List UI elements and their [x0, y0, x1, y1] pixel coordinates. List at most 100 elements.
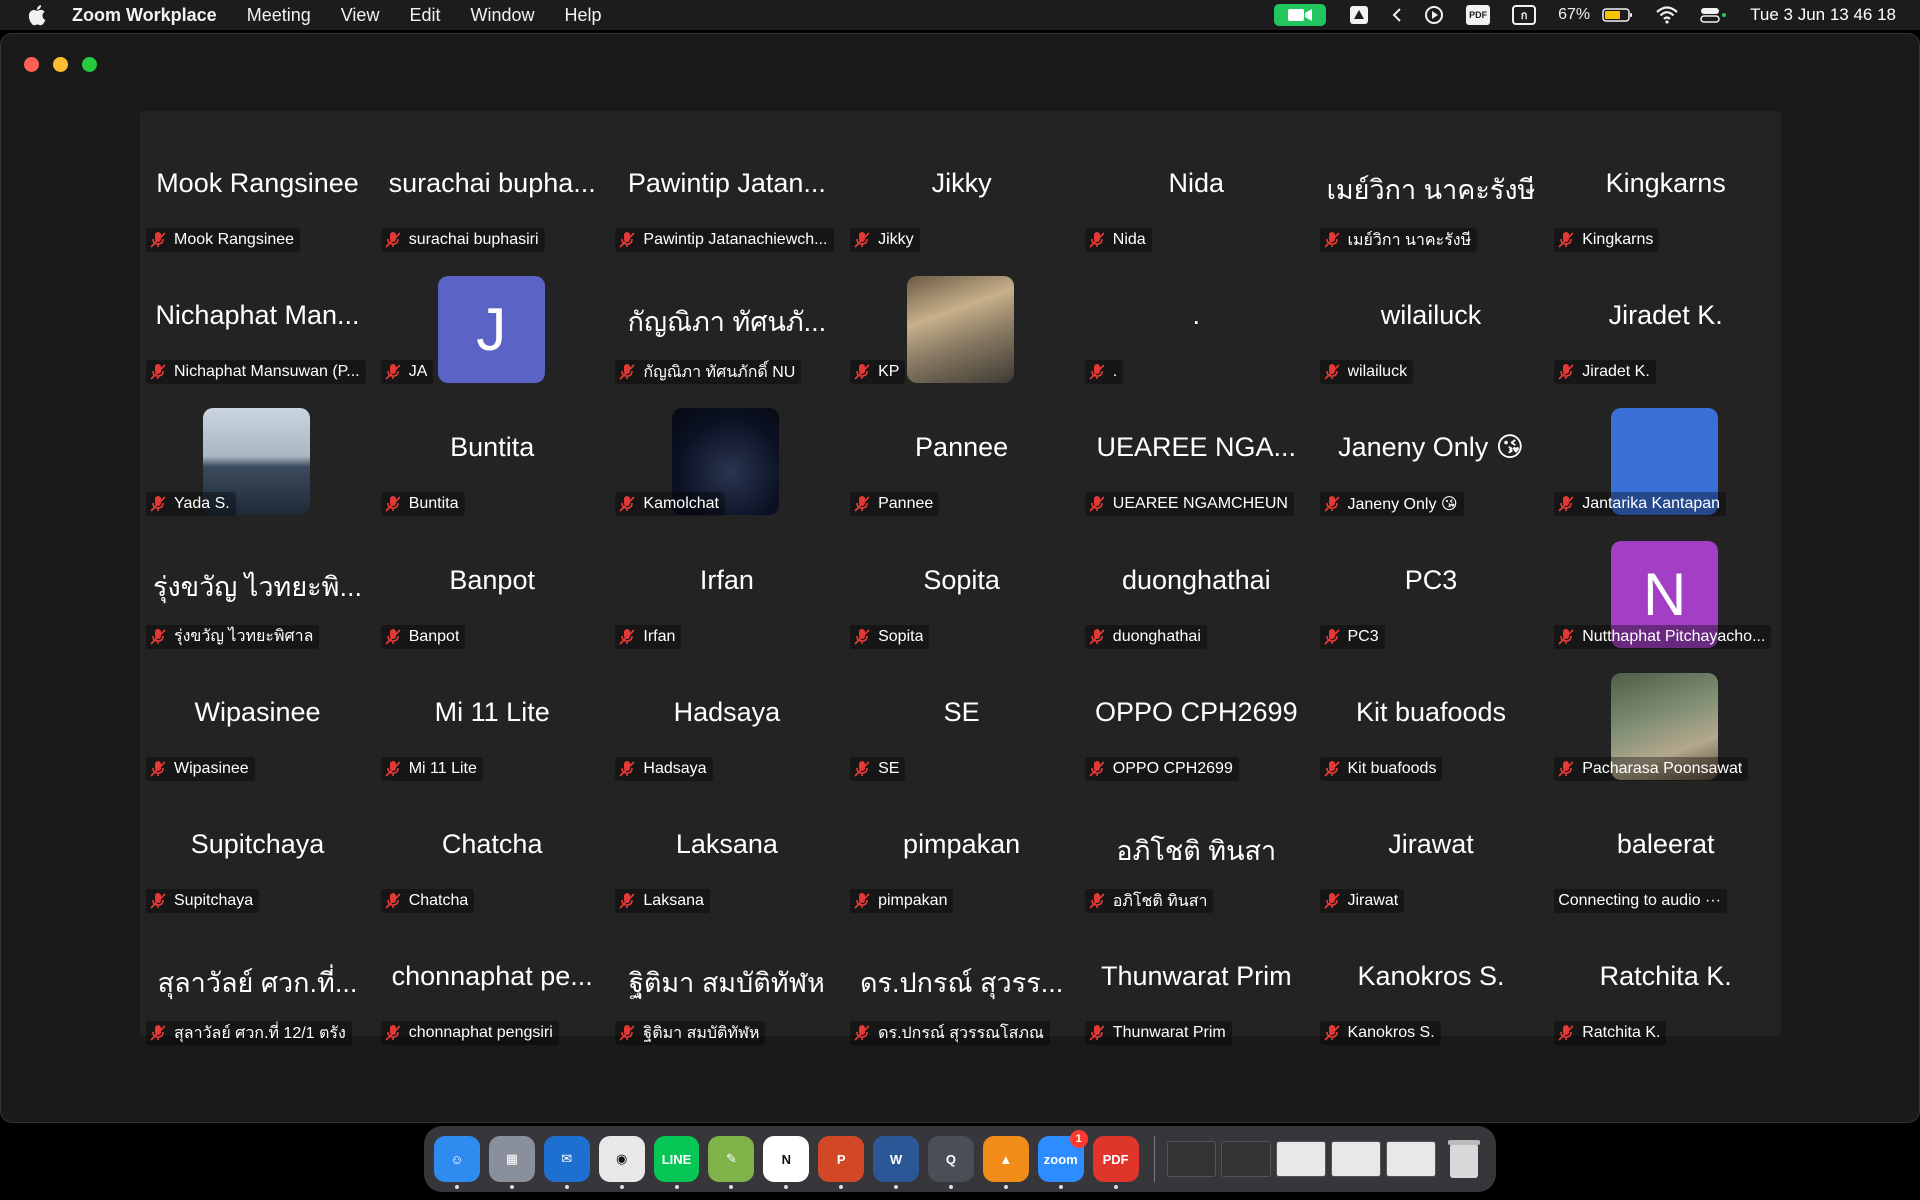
drive-icon[interactable] — [1348, 4, 1370, 26]
participant-tile[interactable]: Banpot Banpot — [375, 527, 610, 659]
participant-tile[interactable]: Yada S. — [140, 394, 375, 526]
menu-help[interactable]: Help — [565, 5, 602, 26]
participant-tile[interactable]: Ratchita K. Ratchita K. — [1548, 923, 1783, 1055]
running-indicator — [729, 1185, 734, 1189]
participant-tile[interactable]: Mi 11 Lite Mi 11 Lite — [375, 659, 610, 791]
participant-name-label: Pawintip Jatanachiewch... — [615, 228, 834, 252]
participant-display-name: Nichaphat Man... — [155, 300, 360, 331]
participant-tile[interactable]: เมย์วิกา นาคะรังษี เมย์วิกา นาคะรังษี — [1314, 130, 1549, 262]
participant-tile[interactable]: PC3 PC3 — [1314, 527, 1549, 659]
participant-tile[interactable]: สุลาวัลย์ ศวก.ที่... สุลาวัลย์ ศวก.ที่ 12… — [140, 923, 375, 1055]
chrome-icon[interactable]: ◉ — [598, 1136, 645, 1189]
window-close-button[interactable] — [24, 57, 39, 72]
participant-tile[interactable]: surachai bupha... surachai buphasiri — [375, 130, 610, 262]
participant-tile[interactable]: Sopita Sopita — [844, 527, 1079, 659]
minimized-window-thumbnail[interactable] — [1386, 1141, 1437, 1177]
participant-tile[interactable]: Kamolchat — [609, 394, 844, 526]
notes-icon[interactable]: ✎ — [708, 1136, 755, 1189]
participant-tile[interactable]: Nida Nida — [1079, 130, 1314, 262]
participant-tile[interactable]: OPPO CPH2699 OPPO CPH2699 — [1079, 659, 1314, 791]
participant-tile[interactable]: Chatcha Chatcha — [375, 791, 610, 923]
quicktime-icon[interactable]: Q — [928, 1136, 974, 1189]
participant-tile[interactable]: UEAREE NGA... UEAREE NGAMCHEUN — [1079, 394, 1314, 526]
participant-tile[interactable]: Jantarika Kantapan — [1548, 394, 1783, 526]
participant-tile[interactable]: .. — [1079, 262, 1314, 394]
minimized-window-thumbnail[interactable] — [1221, 1141, 1272, 1177]
participant-tile[interactable]: Supitchaya Supitchaya — [140, 791, 375, 923]
participant-tile[interactable]: Wipasinee Wipasinee — [140, 659, 375, 791]
minimized-window-thumbnail[interactable] — [1276, 1141, 1327, 1177]
minimized-window-thumbnail[interactable] — [1166, 1141, 1217, 1177]
participant-tile[interactable]: Janeny Only 😘 Janeny Only 😘 — [1314, 394, 1549, 526]
participant-label-text: Pannee — [878, 495, 934, 513]
launchpad-icon[interactable]: ▦ — [488, 1136, 535, 1189]
menu-view[interactable]: View — [341, 5, 380, 26]
participant-name-label: Jantarika Kantapan — [1554, 492, 1727, 517]
participant-tile[interactable]: pimpakan pimpakan — [844, 791, 1079, 923]
participant-tile[interactable]: Laksana Laksana — [609, 791, 844, 923]
participant-tile[interactable]: กัญณิภา ทัศนภั... กัญณิภา ทัศนภักดิ์ NU — [609, 262, 844, 394]
participant-tile[interactable]: baleerat Connecting to audio ··· — [1548, 791, 1783, 923]
zoom-icon[interactable]: zoom 1 — [1037, 1130, 1088, 1189]
pdf-reader-icon[interactable]: PDF — [1092, 1136, 1139, 1189]
participant-tile[interactable]: Pawintip Jatan... Pawintip Jatanachiewch.… — [609, 130, 844, 262]
participant-tile[interactable]: Hadsaya Hadsaya — [609, 659, 844, 791]
participant-label-text: Yada S. — [174, 495, 230, 513]
participant-tile[interactable]: Pannee Pannee — [844, 394, 1079, 526]
participant-name-label: Kamolchat — [615, 492, 725, 517]
menu-app-name[interactable]: Zoom Workplace — [72, 5, 217, 26]
participant-tile[interactable]: อภิโชติ ทินสา อภิโชติ ทินสา — [1079, 791, 1314, 923]
participant-tile[interactable]: Nichaphat Man... Nichaphat Mansuwan (P... — [140, 262, 375, 394]
chevron-left-icon[interactable] — [1392, 4, 1402, 26]
participant-name-label: Connecting to audio ··· — [1554, 889, 1727, 913]
trash-icon[interactable] — [1441, 1136, 1487, 1182]
wifi-icon[interactable] — [1656, 4, 1678, 26]
participant-label-text: Irfan — [643, 627, 676, 645]
finder-icon[interactable]: ☺ — [434, 1136, 480, 1189]
pdf-status-icon[interactable]: PDF — [1466, 4, 1491, 26]
participant-tile[interactable]: Mook Rangsinee Mook Rangsinee — [140, 130, 375, 262]
participant-tile[interactable]: wilailuck wilailuck — [1314, 262, 1549, 394]
window-fullscreen-button[interactable] — [82, 57, 97, 72]
participant-tile[interactable]: Buntita Buntita — [375, 394, 610, 526]
notion-icon[interactable]: N — [763, 1136, 810, 1189]
participant-tile[interactable]: KP — [844, 262, 1079, 394]
vlc-icon[interactable]: ▲ — [982, 1136, 1029, 1189]
participant-tile[interactable]: duonghathai duonghathai — [1079, 527, 1314, 659]
participant-tile[interactable]: Pacharasa Poonsawat — [1548, 659, 1783, 791]
menu-meeting[interactable]: Meeting — [247, 5, 311, 26]
apple-icon[interactable] — [26, 3, 50, 27]
participant-tile[interactable]: Jiradet K. Jiradet K. — [1548, 262, 1783, 394]
participant-tile[interactable]: Jirawat Jirawat — [1314, 791, 1549, 923]
participant-tile[interactable]: Jikky Jikky — [844, 130, 1079, 262]
video-camera-icon[interactable] — [1274, 4, 1327, 26]
control-center-icon[interactable] — [1700, 4, 1728, 26]
participant-tile[interactable]: SE SE — [844, 659, 1079, 791]
powerpoint-icon[interactable]: P — [818, 1136, 865, 1189]
participant-tile[interactable]: Kingkarns Kingkarns — [1548, 130, 1783, 262]
participant-tile[interactable]: N Nutthaphat Pitchayacho... — [1548, 527, 1783, 659]
menu-edit[interactable]: Edit — [409, 5, 440, 26]
participant-tile[interactable]: รุ่งขวัญ ไวทยะพิ... รุ่งขวัญ ไวทยะพิศาล — [140, 527, 375, 659]
window-minimize-button[interactable] — [53, 57, 68, 72]
line-icon[interactable]: LINE — [653, 1136, 700, 1189]
play-circle-icon[interactable] — [1424, 4, 1444, 26]
input-source-icon[interactable]: ก — [1512, 4, 1537, 26]
menu-window[interactable]: Window — [470, 5, 534, 26]
participant-tile[interactable]: chonnaphat pe... chonnaphat pengsiri — [375, 923, 610, 1055]
muted-microphone-icon — [150, 363, 174, 381]
participant-tile[interactable]: Kit buafoods Kit buafoods — [1314, 659, 1549, 791]
word-icon[interactable]: W — [873, 1136, 920, 1189]
participant-tile[interactable]: Kanokros S. Kanokros S. — [1314, 923, 1549, 1055]
participant-tile[interactable]: ดร.ปกรณ์ สุวรร... ดร.ปกรณ์ สุวรรณโสภณ — [844, 923, 1079, 1055]
thunderbird-icon[interactable]: ✉ — [543, 1136, 590, 1189]
participant-tile[interactable]: Irfan Irfan — [609, 527, 844, 659]
participant-tile[interactable]: ฐิติมา สมบัติทัฬห ฐิติมา สมบัติทัฬห — [609, 923, 844, 1055]
battery-icon[interactable] — [1602, 4, 1634, 26]
menu-clock[interactable]: Tue 3 Jun 13 46 18 — [1750, 5, 1896, 25]
minimized-window-thumbnail[interactable] — [1331, 1141, 1382, 1177]
participant-name-label: สุลาวัลย์ ศวก.ที่ 12/1 ตรัง — [146, 1021, 352, 1046]
participant-tile[interactable]: J JA — [375, 262, 610, 394]
participant-tile[interactable]: Thunwarat Prim Thunwarat Prim — [1079, 923, 1314, 1055]
participant-display-name: baleerat — [1616, 829, 1715, 859]
